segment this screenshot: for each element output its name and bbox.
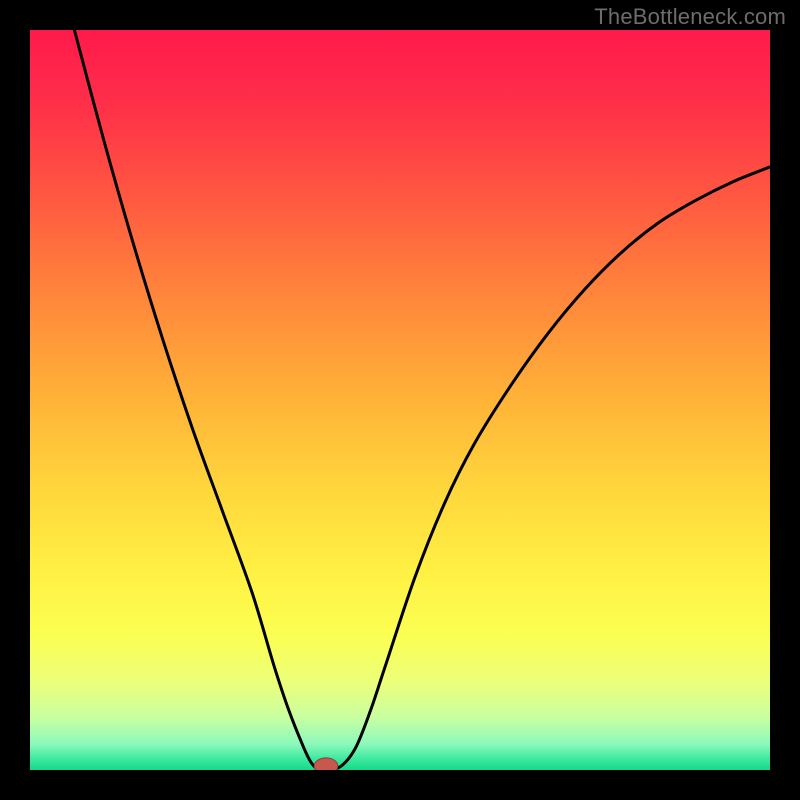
chart-svg bbox=[30, 30, 770, 770]
chart-frame: TheBottleneck.com bbox=[0, 0, 800, 800]
gradient-panel bbox=[30, 30, 770, 770]
watermark-label: TheBottleneck.com bbox=[594, 4, 786, 30]
x-axis bbox=[30, 770, 770, 772]
plot-area bbox=[30, 30, 770, 770]
marker-dot bbox=[314, 758, 338, 770]
